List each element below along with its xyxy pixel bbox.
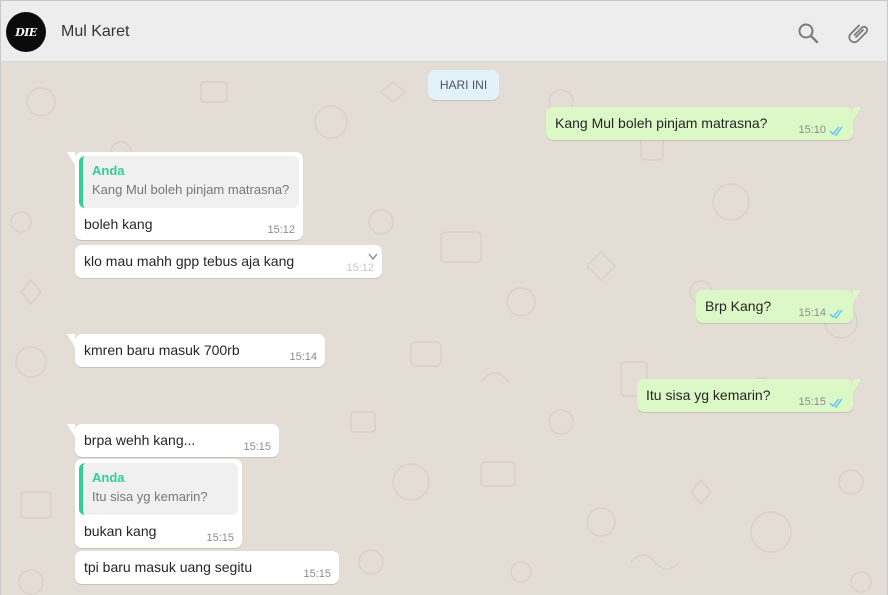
- contact-avatar[interactable]: DIE: [6, 12, 46, 52]
- double-check-icon: [829, 126, 843, 136]
- message-meta: 15:10: [798, 124, 845, 136]
- message-outgoing[interactable]: Kang Mul boleh pinjam matrasna? 15:10: [546, 107, 861, 140]
- message-text: bukan kang: [84, 523, 157, 539]
- message-time: 15:15: [243, 441, 271, 453]
- message-text: Itu sisa yg kemarin?: [646, 387, 771, 403]
- message-time: 15:12: [346, 262, 374, 274]
- quote-text: Itu sisa yg kemarin?: [92, 489, 208, 504]
- message-outgoing[interactable]: Itu sisa yg kemarin? 15:15: [637, 379, 861, 412]
- quote-text: Kang Mul boleh pinjam matrasna?: [92, 182, 290, 197]
- message-time: 15:15: [303, 568, 331, 580]
- message-incoming-reply[interactable]: Anda Kang Mul boleh pinjam matrasna? bol…: [67, 152, 303, 240]
- message-text: Brp Kang?: [705, 298, 772, 314]
- message-incoming[interactable]: brpa wehh kang... 15:15: [67, 424, 279, 457]
- message-meta: 15:12: [346, 262, 374, 274]
- quoted-message[interactable]: Anda Itu sisa yg kemarin?: [79, 463, 238, 515]
- message-text: Kang Mul boleh pinjam matrasna?: [555, 115, 768, 131]
- double-check-icon: [829, 398, 843, 408]
- message-time: 15:15: [798, 396, 826, 408]
- message-incoming[interactable]: kmren baru masuk 700rb 15:14: [67, 334, 325, 367]
- message-meta: 15:12: [267, 224, 295, 236]
- quote-author: Anda: [92, 470, 125, 485]
- paperclip-icon[interactable]: [846, 21, 870, 45]
- message-incoming-reply[interactable]: Anda Itu sisa yg kemarin? bukan kang 15:…: [75, 459, 242, 548]
- message-meta: 15:15: [303, 568, 331, 580]
- message-time: 15:15: [206, 532, 234, 544]
- chevron-down-icon[interactable]: [368, 253, 378, 261]
- message-incoming[interactable]: tpi baru masuk uang segitu 15:15: [75, 551, 339, 584]
- message-meta: 15:15: [243, 441, 271, 453]
- message-time: 15:12: [267, 224, 295, 236]
- message-text: brpa wehh kang...: [84, 432, 196, 448]
- message-text: klo mau mahh gpp tebus aja kang: [84, 253, 295, 269]
- message-meta: 15:14: [798, 307, 845, 319]
- message-text: tpi baru masuk uang segitu: [84, 559, 253, 575]
- contact-name[interactable]: Mul Karet: [61, 23, 129, 41]
- chat-panel[interactable]: HARI INI Kang Mul boleh pinjam matrasna?…: [0, 62, 888, 595]
- message-time: 15:10: [798, 124, 826, 136]
- quote-author: Anda: [92, 163, 125, 178]
- message-time: 15:14: [289, 351, 317, 363]
- message-outgoing[interactable]: Brp Kang? 15:14: [696, 290, 861, 323]
- message-meta: 15:14: [289, 351, 317, 363]
- message-time: 15:14: [798, 307, 826, 319]
- message-meta: 15:15: [798, 396, 845, 408]
- message-incoming[interactable]: klo mau mahh gpp tebus aja kang 15:12: [75, 245, 382, 278]
- quoted-message[interactable]: Anda Kang Mul boleh pinjam matrasna?: [79, 156, 299, 208]
- message-text: kmren baru masuk 700rb: [84, 342, 240, 358]
- double-check-icon: [829, 309, 843, 319]
- date-divider: HARI INI: [428, 70, 499, 100]
- message-text: boleh kang: [84, 216, 153, 232]
- search-icon[interactable]: [796, 21, 820, 45]
- chat-header: DIE Mul Karet: [0, 0, 888, 62]
- message-meta: 15:15: [206, 532, 234, 544]
